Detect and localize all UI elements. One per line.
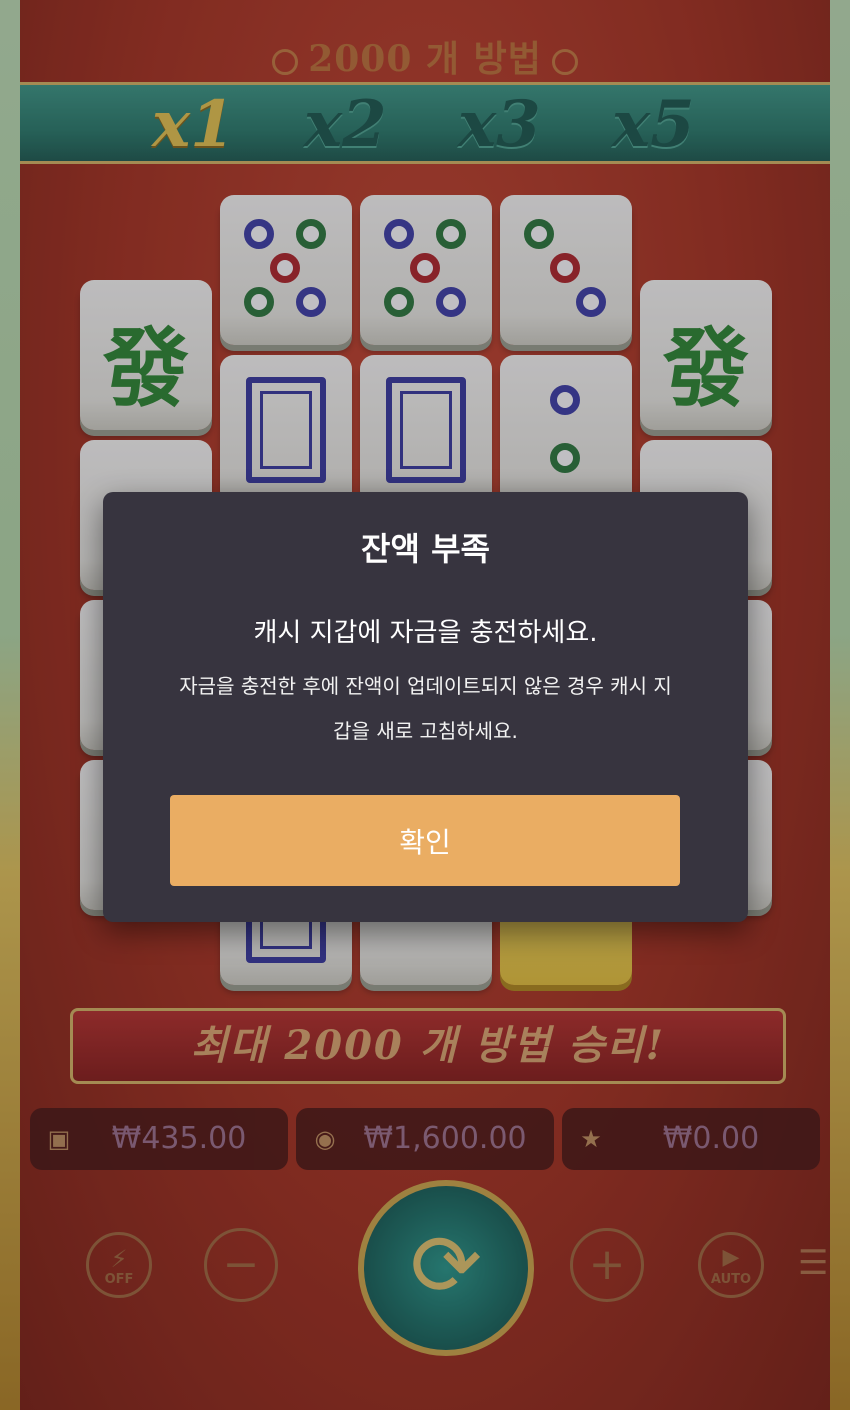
dialog-title: 잔액 부족 [361, 530, 490, 568]
confirm-button[interactable]: 확인 [170, 795, 680, 886]
dialog-message: 캐시 지갑에 자금을 충전하세요. [253, 618, 598, 648]
dialog-note: 자금을 충전한 후에 잔액이 업데이트되지 않은 경우 캐시 지갑을 새로 고침… [179, 674, 672, 743]
insufficient-balance-dialog: 잔액 부족 캐시 지갑에 자금을 충전하세요. 자금을 충전한 후에 잔액이 업… [103, 492, 748, 922]
